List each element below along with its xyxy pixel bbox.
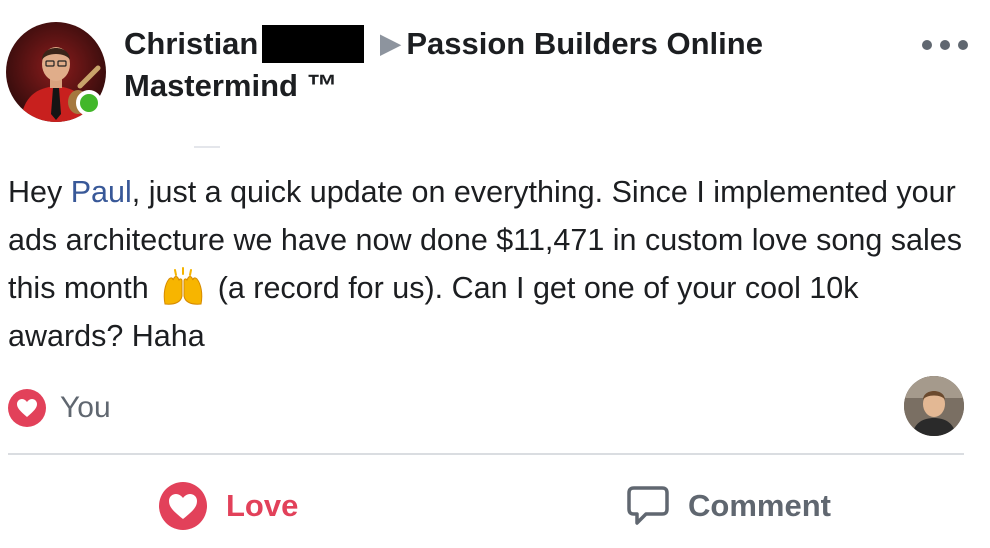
author-name[interactable]: Christian	[124, 26, 258, 61]
raising-hands-emoji-icon	[161, 266, 205, 306]
comment-button[interactable]: Comment	[626, 478, 831, 534]
post-header: Christian ▶ Passion Builders Online Master…	[124, 22, 864, 107]
more-dot	[940, 40, 950, 50]
more-dot	[958, 40, 968, 50]
post-message: Hey Paul, just a quick update on everyth…	[8, 168, 968, 360]
divider	[8, 453, 964, 455]
more-dot	[922, 40, 932, 50]
redaction-bar	[262, 25, 365, 63]
comment-button-label: Comment	[688, 488, 831, 523]
mention-link[interactable]: Paul	[71, 175, 132, 209]
online-status-dot	[76, 90, 102, 116]
love-button[interactable]: Love	[158, 478, 298, 534]
love-reaction-icon	[8, 389, 46, 427]
timestamp-placeholder	[194, 146, 220, 148]
comment-icon	[626, 485, 670, 527]
heart-icon	[158, 481, 208, 531]
reactions-summary[interactable]: You	[8, 386, 111, 430]
reaction-label: You	[60, 391, 111, 424]
love-button-label: Love	[226, 488, 299, 523]
more-options-icon[interactable]	[922, 30, 968, 60]
message-greeting: Hey	[8, 175, 71, 209]
seen-by-avatar[interactable]	[904, 376, 964, 436]
group-post: Christian ▶ Passion Builders Online Master…	[0, 0, 990, 548]
arrow-right-icon: ▶	[380, 28, 401, 58]
